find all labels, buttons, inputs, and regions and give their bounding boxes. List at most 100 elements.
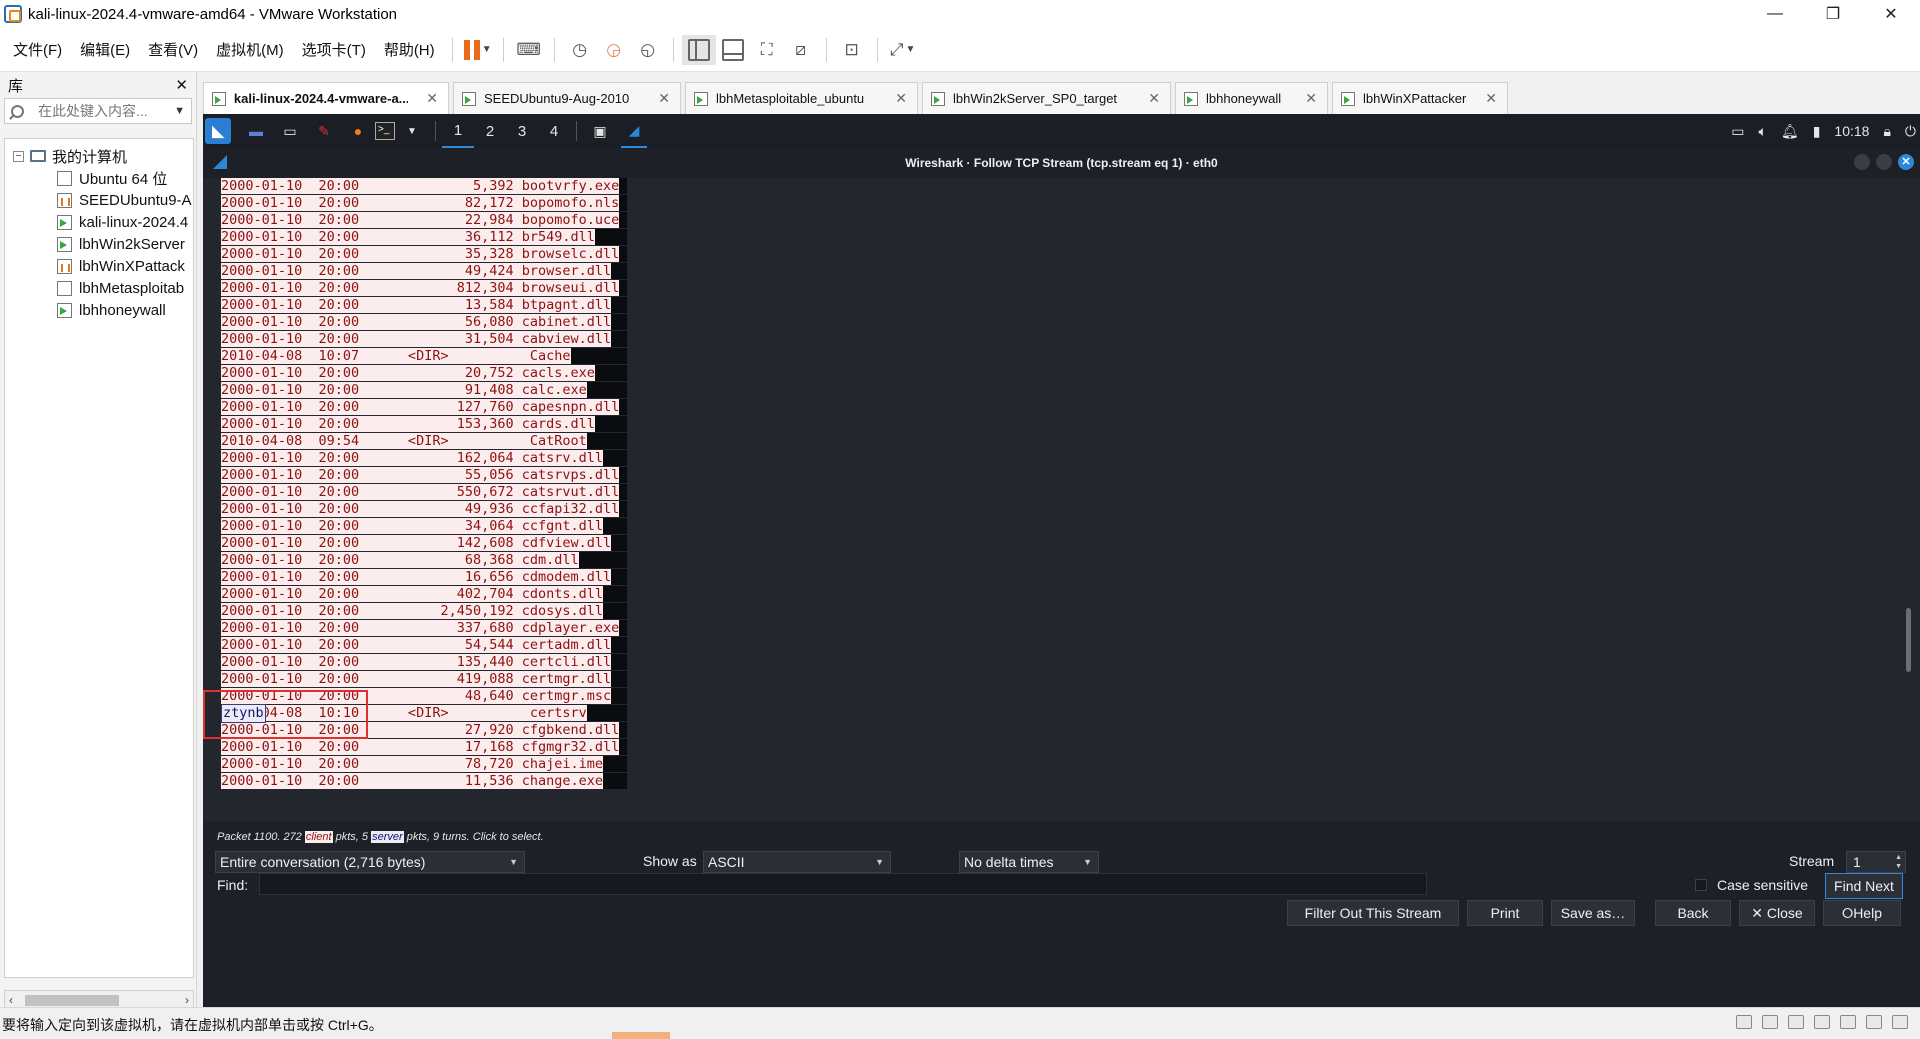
show-as-select[interactable]: ASCII ▼ — [703, 851, 891, 873]
workspace-4[interactable]: 4 — [538, 114, 570, 148]
find-next-button[interactable]: Find Next — [1825, 873, 1903, 899]
tree-item-vm[interactable]: lbhWinXPattack — [5, 255, 193, 277]
show-library-button[interactable] — [681, 34, 716, 65]
send-ctrl-alt-del-button[interactable]: ⌨ — [512, 35, 546, 65]
tree-item-vm[interactable]: lbhMetasploitab — [5, 277, 193, 299]
clock[interactable]: 10:18 — [1834, 123, 1869, 139]
stream-number-spinbox[interactable]: 1 ▲ ▼ — [1846, 851, 1906, 873]
guest-display[interactable]: ◣ ▬ ▭ ✎ ● >_ ▼ 1 2 3 4 ▣ ◢ ▭ 🔈︎ 🔔︎ ▮ 10:… — [203, 114, 1920, 1007]
messages-icon[interactable] — [1892, 1015, 1908, 1029]
close-tab-icon[interactable]: ✕ — [426, 90, 438, 107]
scroll-left-icon[interactable]: ‹ — [9, 993, 13, 1007]
tree-item-vm[interactable]: kali-linux-2024.4 — [5, 211, 193, 233]
close-tab-icon[interactable]: ✕ — [1148, 90, 1160, 107]
case-sensitive-checkbox[interactable] — [1695, 879, 1707, 891]
menu-file[interactable]: 文件(F) — [0, 39, 71, 60]
chevron-down-icon[interactable]: ▼ — [399, 120, 425, 142]
chevron-down-icon[interactable]: ▼ — [174, 105, 185, 117]
filter-out-stream-button[interactable]: Filter Out This Stream — [1287, 900, 1459, 926]
window-button-wireshark-icon[interactable]: ◢ — [621, 114, 647, 148]
snapshot-button[interactable]: ◷ — [563, 35, 597, 65]
spin-arrows-icon[interactable]: ▲ ▼ — [1895, 853, 1902, 871]
conversation-select[interactable]: Entire conversation (2,716 bytes) ▼ — [215, 851, 525, 873]
workspace-3[interactable]: 3 — [506, 114, 538, 148]
hard-disk-icon[interactable] — [1736, 1015, 1752, 1029]
vm-off-icon — [57, 170, 72, 186]
back-button[interactable]: Back — [1655, 900, 1731, 926]
close-tab-icon[interactable]: ✕ — [1305, 90, 1317, 107]
workspace-1[interactable]: 1 — [442, 114, 474, 148]
snapshot-manager-button[interactable]: ◵ — [631, 35, 665, 65]
tab-kali-linux[interactable]: kali-linux-2024.4-vmware-a... ✕ — [203, 82, 449, 114]
library-search[interactable]: 在此处键入内容... ▼ — [4, 98, 192, 124]
pause-vm-button[interactable]: ▼ — [461, 35, 495, 65]
firefox-icon[interactable]: ● — [345, 120, 371, 142]
vm-running-icon — [212, 91, 226, 106]
tab-lbhwinxpattacker[interactable]: lbhWinXPattacker ✕ — [1332, 82, 1508, 114]
packet-info[interactable]: Packet 1100. 272 client pkts, 5 server p… — [217, 831, 544, 843]
tab-lbhwin2kserver[interactable]: lbhWin2kServer_SP0_target ✕ — [922, 82, 1171, 114]
scroll-right-icon[interactable]: › — [185, 993, 189, 1007]
show-desktop-icon[interactable]: ▬ — [243, 120, 269, 142]
tree-item-vm[interactable]: lbhWin2kServer — [5, 233, 193, 255]
delta-times-select[interactable]: No delta times ▼ — [959, 851, 1099, 873]
display-icon[interactable]: ▭ — [1731, 123, 1744, 140]
sound-icon[interactable] — [1788, 1015, 1804, 1029]
menu-help[interactable]: 帮助(H) — [375, 39, 444, 60]
tree-item-vm[interactable]: lbhhoneywall — [5, 299, 193, 321]
printer-icon[interactable] — [1866, 1015, 1882, 1029]
tree-item-vm[interactable]: Ubuntu 64 位 — [5, 167, 193, 189]
tab-lbhhoneywall[interactable]: lbhhoneywall ✕ — [1175, 82, 1328, 114]
maximize-dialog-button[interactable] — [1876, 154, 1892, 170]
menu-tabs[interactable]: 选项卡(T) — [293, 39, 375, 60]
tree-root-my-computer[interactable]: − 我的计算机 — [5, 145, 193, 167]
power-icon[interactable]: ⏻ — [1905, 123, 1916, 140]
restore-button[interactable]: ❐ — [1804, 0, 1862, 28]
kali-menu-icon[interactable]: ◣ — [205, 118, 231, 144]
close-tab-icon[interactable]: ✕ — [1485, 90, 1497, 107]
lock-icon[interactable]: 🔒︎ — [1883, 123, 1890, 140]
find-input[interactable] — [259, 873, 1427, 895]
menu-vm[interactable]: 虚拟机(M) — [207, 39, 293, 60]
library-close-icon[interactable]: ✕ — [175, 76, 188, 94]
save-as-button[interactable]: Save as… — [1551, 900, 1635, 926]
close-tab-icon[interactable]: ✕ — [658, 90, 670, 107]
thumbnail-bar-button[interactable] — [716, 35, 750, 65]
close-window-button[interactable]: ✕ — [1862, 0, 1920, 28]
workspace-2[interactable]: 2 — [474, 114, 506, 148]
vm-icon — [694, 91, 708, 106]
stream-vertical-scrollbar[interactable] — [1904, 178, 1914, 821]
scrollbar-thumb[interactable] — [1906, 608, 1911, 672]
tab-seedubuntu[interactable]: SEEDUbuntu9-Aug-2010 ✕ — [453, 82, 681, 114]
volume-icon[interactable]: 🔈︎ — [1759, 123, 1767, 140]
stretch-guest-button[interactable]: ⤢ ▼ — [886, 35, 920, 65]
help-button[interactable]: ⭘Help — [1823, 900, 1901, 926]
close-button[interactable]: ✕ Close — [1739, 900, 1815, 926]
menu-view[interactable]: 查看(V) — [139, 39, 207, 60]
battery-icon[interactable]: ▮ — [1813, 123, 1821, 140]
unity-button[interactable]: ⧄ — [784, 35, 818, 65]
notifications-icon[interactable]: 🔔︎ — [1781, 123, 1799, 140]
vmware-status-bar: 要将输入定向到该虚拟机，请在虚拟机内部单击或按 Ctrl+G。 — [0, 1007, 1920, 1039]
tree-item-vm[interactable]: SEEDUbuntu9-A — [5, 189, 193, 211]
print-button[interactable]: Print — [1467, 900, 1543, 926]
fullscreen-button[interactable]: ⛶ — [750, 35, 784, 65]
scrollbar-thumb[interactable] — [25, 995, 119, 1006]
text-editor-icon[interactable]: ✎ — [311, 120, 337, 142]
minimize-button[interactable]: — — [1746, 0, 1804, 28]
tab-lbhmetasploitable[interactable]: lbhMetasploitable_ubuntu ✕ — [685, 82, 918, 114]
usb-icon[interactable] — [1814, 1015, 1830, 1029]
collapse-icon[interactable]: − — [13, 150, 24, 162]
file-manager-icon[interactable]: ▭ — [277, 120, 303, 142]
console-view-button[interactable]: ⊡ — [835, 35, 869, 65]
stream-text-area[interactable]: 2000-01-10 20:00 5,392 bootvrfy.exe 2000… — [203, 178, 1920, 821]
menu-edit[interactable]: 编辑(E) — [71, 39, 139, 60]
window-button-terminal-icon[interactable]: ▣ — [587, 120, 613, 142]
close-dialog-button[interactable]: ✕ — [1898, 154, 1914, 170]
cd-icon[interactable] — [1840, 1015, 1856, 1029]
revert-snapshot-button[interactable]: ◶ — [597, 35, 631, 65]
network-icon[interactable] — [1762, 1015, 1778, 1029]
close-tab-icon[interactable]: ✕ — [895, 90, 907, 107]
terminal-icon[interactable]: >_ — [375, 122, 395, 140]
minimize-dialog-button[interactable] — [1854, 154, 1870, 170]
